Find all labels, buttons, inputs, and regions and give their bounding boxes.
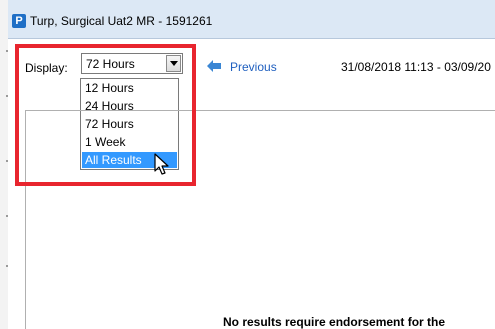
mouse-pointer-icon	[154, 153, 169, 175]
window-title-bar[interactable]: P Turp, Surgical Uat2 MR - 1591261	[8, 0, 495, 39]
window-title: Turp, Surgical Uat2 MR - 1591261	[30, 14, 213, 28]
previous-link[interactable]: Previous	[230, 60, 277, 74]
previous-arrow-icon[interactable]	[207, 60, 221, 72]
date-range: 31/08/2018 11:13 - 03/09/20	[341, 60, 491, 74]
app-icon: P	[12, 14, 26, 28]
no-results-message: No results require endorsement for the	[223, 315, 446, 329]
